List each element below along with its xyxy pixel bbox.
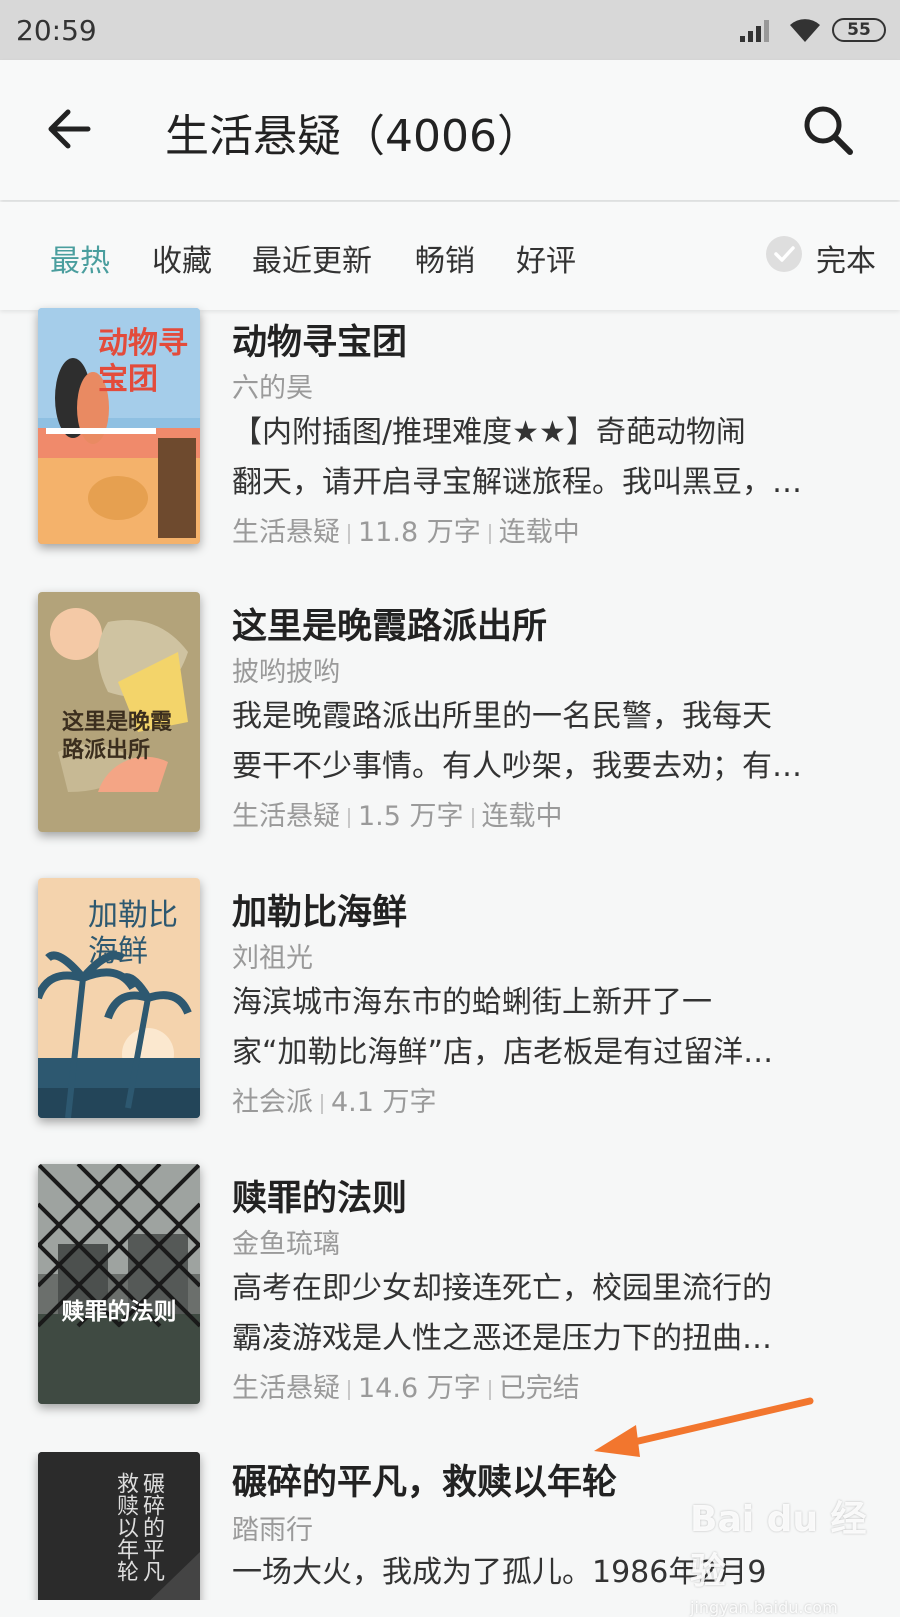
wifi-icon [790,19,820,42]
checkmark-icon [766,236,802,272]
book-description-line: 海滨城市海东市的蛤蜊街上新开了一 [232,985,712,1020]
book-item[interactable]: 这里是晚霞路派出所 这里是晚霞路派出所 披哟披哟 我是晚霞路派出所里的一名民警，… [0,592,900,862]
cover-title: 动物寻宝团 [98,326,188,397]
book-title[interactable]: 这里是晚霞路派出所 [232,598,547,649]
book-cover[interactable]: 碾碎的平凡 救赎以年轮 [38,1452,200,1600]
book-status: 已完结 [498,1373,580,1404]
book-description: 海滨城市海东市的蛤蜊街上新开了一 家“加勒比海鲜”店，店老板是有过留洋… [232,978,862,1078]
book-meta: 生活悬疑 1.5 万字 连载中 [232,794,563,833]
book-description-line: 【内附插图/推理难度★★】奇葩动物闹 [232,415,746,450]
tab-hot[interactable]: 最热 [50,236,110,280]
book-description-line: 我是晚霞路派出所里的一名民警，我每天 [232,699,772,734]
cover-title: 这里是晚霞路派出所 [62,709,173,763]
book-category: 社会派 [232,1087,313,1118]
book-item[interactable]: 赎罪的法则 赎罪的法则 金鱼琉璃 高考在即少女却接连死亡，校园里流行的 霸凌游戏… [0,1164,900,1434]
cover-title: 加勒比海鲜 [88,898,178,969]
book-description-line: 高考在即少女却接连死亡，校园里流行的 [232,1271,772,1306]
book-description: 高考在即少女却接连死亡，校园里流行的 霸凌游戏是人性之恶还是压力下的扭曲… [232,1264,862,1364]
book-meta: 生活悬疑 11.8 万字 连载中 [232,510,580,549]
annotation-arrow-icon [594,1397,814,1457]
book-word-count: 4.1 万字 [331,1087,437,1118]
app-header: 生活悬疑（4006） [0,60,900,200]
book-category: 生活悬疑 [232,801,340,832]
book-author: 金鱼琉璃 [232,1229,340,1260]
book-cover[interactable]: 这里是晚霞路派出所 [38,592,200,832]
tab-top-rated[interactable]: 好评 [516,236,576,280]
page-title: 生活悬疑（4006） [165,111,541,162]
tab-favorites[interactable]: 收藏 [152,236,212,280]
book-cover[interactable]: 赎罪的法则 [38,1164,200,1404]
book-cover[interactable]: 动物寻宝团 [38,308,200,544]
signal-icon [740,20,769,42]
book-meta: 社会派 4.1 万字 [232,1080,437,1119]
book-cover[interactable]: 加勒比海鲜 [38,878,200,1118]
book-word-count: 11.8 万字 [358,517,481,548]
book-item[interactable]: 加勒比海鲜 加勒比海鲜 刘祖光 海滨城市海东市的蛤蜊街上新开了一 家“加勒比海鲜… [0,878,900,1148]
search-icon[interactable] [800,102,856,158]
cover-title: 碾碎的平凡 救赎以年轮 [113,1472,164,1582]
book-description: 【内附插图/推理难度★★】奇葩动物闹 翻天，请开启寻宝解谜旅程。我叫黑豆，… [232,408,862,508]
book-item[interactable]: 动物寻宝团 动物寻宝团 六的昊 【内附插图/推理难度★★】奇葩动物闹 翻天，请开… [0,308,900,578]
back-arrow-icon[interactable] [44,104,94,154]
book-description-line: 家“加勒比海鲜”店，店老板是有过留洋… [232,1035,774,1070]
book-description: 我是晚霞路派出所里的一名民警，我每天 要干不少事情。有人吵架，我要去劝；有… [232,692,862,792]
book-status: 连载中 [498,517,580,548]
status-bar: 20:59 55 [0,0,900,60]
book-meta: 生活悬疑 14.6 万字 已完结 [232,1366,580,1405]
book-description-line: 要干不少事情。有人吵架，我要去劝；有… [232,749,802,784]
book-category: 生活悬疑 [232,1373,340,1404]
battery-level: 55 [847,20,871,40]
book-author: 刘祖光 [232,943,313,974]
book-word-count: 1.5 万字 [358,801,464,832]
book-title[interactable]: 动物寻宝团 [232,314,407,365]
tab-recent-update[interactable]: 最近更新 [252,236,372,280]
status-time: 20:59 [16,14,97,47]
book-author: 踏雨行 [232,1515,313,1546]
book-word-count: 14.6 万字 [358,1373,481,1404]
book-author: 六的昊 [232,373,313,404]
book-description-line: 霸凌游戏是人性之恶还是压力下的扭曲… [232,1321,772,1356]
cover-title: 赎罪的法则 [61,1299,177,1325]
watermark-logo: Bai du 经验 jingyan.baidu.com [690,1490,890,1617]
tab-bestseller[interactable]: 畅销 [415,236,475,280]
book-status: 连载中 [481,801,563,832]
finished-filter-label: 完本 [816,244,876,279]
book-title[interactable]: 碾碎的平凡，救赎以年轮 [232,1454,617,1505]
book-description-line: 翻天，请开启寻宝解谜旅程。我叫黑豆，… [232,465,802,500]
book-author: 披哟披哟 [232,657,340,688]
battery-icon: 55 [832,18,886,42]
book-category: 生活悬疑 [232,517,340,548]
watermark-brand: Bai du 经验 [690,1499,867,1592]
sort-tabs: 最热 收藏 最近更新 畅销 好评 完本 [0,202,900,310]
book-title[interactable]: 加勒比海鲜 [232,884,407,935]
watermark-url: jingyan.baidu.com [690,1598,838,1617]
book-title[interactable]: 赎罪的法则 [232,1170,407,1221]
